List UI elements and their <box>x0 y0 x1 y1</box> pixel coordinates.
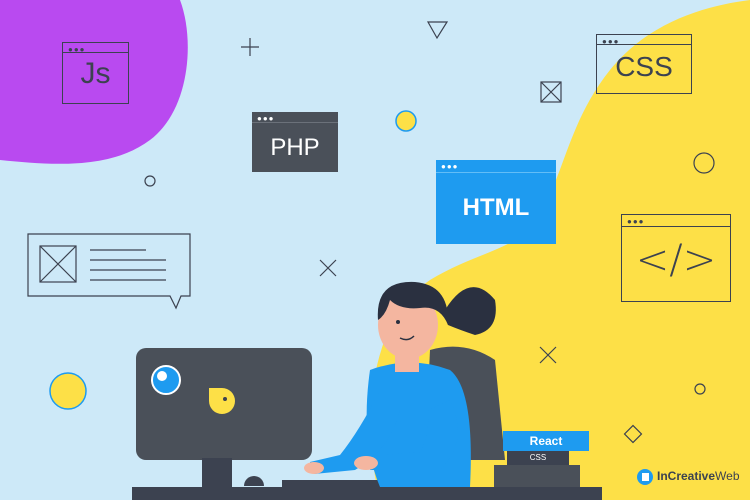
code-window: ●●● </> <box>621 214 731 302</box>
brand-icon <box>637 469 653 485</box>
diamond-icon <box>623 424 643 444</box>
js-label: Js <box>80 57 111 90</box>
circle-outline-icon <box>693 152 715 174</box>
x-mark-icon-2 <box>539 346 557 364</box>
book-react: React <box>503 431 589 451</box>
book-bottom <box>494 465 580 487</box>
js-window: ●●● Js <box>62 42 129 104</box>
blue-sticker-icon <box>151 365 181 395</box>
monitor-stand <box>202 458 232 488</box>
css-window: ●●● CSS <box>596 34 692 94</box>
book-react-label: React <box>529 434 563 448</box>
css-label: CSS <box>615 51 673 82</box>
yellow-sticker-icon <box>209 388 235 414</box>
book-css-label: CSS <box>529 453 547 462</box>
php-label: PHP <box>270 134 320 161</box>
brand-name: InCreativeWeb <box>657 469 740 483</box>
chat-bubble-icon <box>27 233 191 310</box>
developer-illustration <box>304 281 496 487</box>
code-label: </> <box>635 237 717 283</box>
html-window: ●●● HTML <box>436 160 556 244</box>
php-window: ●●● PHP <box>252 112 338 172</box>
small-circle-icon <box>144 175 156 187</box>
triangle-icon <box>426 21 449 40</box>
yellow-dot <box>395 110 417 132</box>
html-label: HTML <box>462 194 530 221</box>
book-css: CSS <box>507 451 569 465</box>
yellow-circle <box>49 372 87 410</box>
brand-logo: InCreativeWeb <box>636 466 748 488</box>
tiny-circle-icon <box>694 383 706 395</box>
plus-icon <box>241 38 259 56</box>
